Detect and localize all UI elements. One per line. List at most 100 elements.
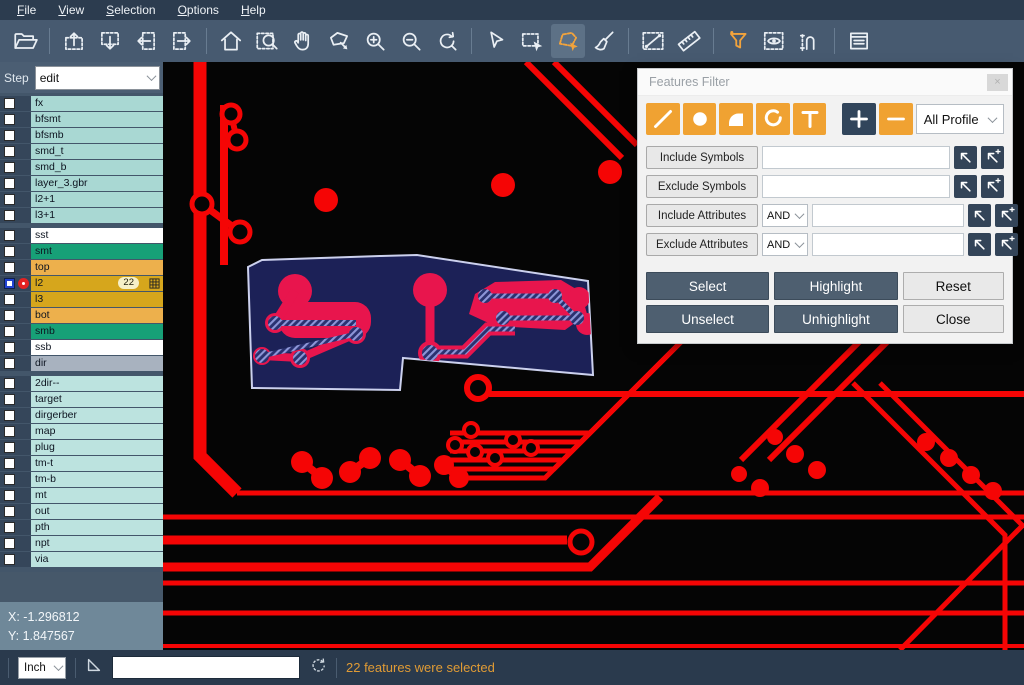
layer-name[interactable]: tm-t: [31, 456, 163, 471]
menu-item-selection[interactable]: Selection: [95, 3, 166, 17]
layer-name[interactable]: dirgerber: [31, 408, 163, 423]
layer-visibility-checkbox[interactable]: [4, 230, 15, 241]
zoom-reset-button[interactable]: [430, 24, 464, 58]
layer-visibility-checkbox[interactable]: [4, 490, 15, 501]
layer-row-pth[interactable]: pth: [0, 520, 163, 535]
grid-icon[interactable]: [149, 278, 160, 289]
layer-name[interactable]: bot: [31, 308, 163, 323]
layer-name[interactable]: target: [31, 392, 163, 407]
layer-row-top[interactable]: top: [0, 260, 163, 275]
layer-name[interactable]: npt: [31, 536, 163, 551]
layer-row-l2[interactable]: l222: [0, 276, 163, 291]
layer-row-plug[interactable]: plug: [0, 440, 163, 455]
home-button[interactable]: [214, 24, 248, 58]
snap-magnet-button[interactable]: [793, 24, 827, 58]
layer-visibility-checkbox[interactable]: [4, 114, 15, 125]
exclude-symbols-input[interactable]: [762, 175, 950, 198]
exclude-symbols-pick-add-button[interactable]: [981, 175, 1004, 198]
layer-name[interactable]: tm-b: [31, 472, 163, 487]
exclude-attributes-pick-button[interactable]: [968, 233, 991, 256]
menu-item-options[interactable]: Options: [167, 3, 230, 17]
layer-row-bfsmb[interactable]: bfsmb: [0, 128, 163, 143]
layer-visibility-checkbox[interactable]: [4, 246, 15, 257]
layer-visibility-checkbox[interactable]: [4, 506, 15, 517]
layer-name[interactable]: pth: [31, 520, 163, 535]
unselect-button[interactable]: Unselect: [646, 305, 769, 333]
highlight-button[interactable]: Highlight: [774, 272, 897, 300]
layer-row-bot[interactable]: bot: [0, 308, 163, 323]
exclude-attributes-input[interactable]: [812, 233, 964, 256]
layer-name[interactable]: smd_t: [31, 144, 163, 159]
send-down-button[interactable]: [93, 24, 127, 58]
layer-row-smb[interactable]: smb: [0, 324, 163, 339]
include-attributes-pick-add-button[interactable]: [995, 204, 1018, 227]
layer-visibility-checkbox[interactable]: [4, 394, 15, 405]
layer-visibility-checkbox[interactable]: [4, 426, 15, 437]
layer-row-mt[interactable]: mt: [0, 488, 163, 503]
layer-name[interactable]: plug: [31, 440, 163, 455]
layer-name[interactable]: via: [31, 552, 163, 567]
layer-row-target[interactable]: target: [0, 392, 163, 407]
layer-row-via[interactable]: via: [0, 552, 163, 567]
filter-line-button[interactable]: [646, 103, 680, 135]
layer-visibility-checkbox[interactable]: [4, 538, 15, 549]
layer-row-sst[interactable]: sst: [0, 228, 163, 243]
layer-row-fx[interactable]: fx: [0, 96, 163, 111]
layer-visibility-checkbox[interactable]: [4, 458, 15, 469]
layer-row-smd_b[interactable]: smd_b: [0, 160, 163, 175]
polarity-negative-button[interactable]: [879, 103, 913, 135]
refresh-icon[interactable]: [309, 656, 327, 679]
layer-name[interactable]: out: [31, 504, 163, 519]
zoom-area-button[interactable]: [250, 24, 284, 58]
layer-name[interactable]: l222: [31, 276, 163, 291]
layer-visibility-checkbox[interactable]: [4, 262, 15, 273]
send-up-button[interactable]: [57, 24, 91, 58]
units-select[interactable]: Inch: [18, 657, 66, 679]
zoom-out-button[interactable]: [394, 24, 428, 58]
layer-name[interactable]: layer_3.gbr: [31, 176, 163, 191]
layer-visibility-checkbox[interactable]: [4, 178, 15, 189]
include-attributes-pick-button[interactable]: [968, 204, 991, 227]
include-symbols-input[interactable]: [762, 146, 950, 169]
layer-row-out[interactable]: out: [0, 504, 163, 519]
layer-row-bfsmt[interactable]: bfsmt: [0, 112, 163, 127]
reset-button[interactable]: Reset: [903, 272, 1004, 300]
layer-row-map[interactable]: map: [0, 424, 163, 439]
layer-name[interactable]: top: [31, 260, 163, 275]
profile-select[interactable]: All Profile: [916, 104, 1004, 134]
layer-name[interactable]: bfsmb: [31, 128, 163, 143]
dialog-title-bar[interactable]: Features Filter ×: [638, 69, 1012, 96]
layer-row-smd_t[interactable]: smd_t: [0, 144, 163, 159]
layer-name[interactable]: l2+1: [31, 192, 163, 207]
zoom-polygon-button[interactable]: [322, 24, 356, 58]
pan-hand-button[interactable]: [286, 24, 320, 58]
command-input[interactable]: [112, 656, 300, 679]
filter-pad-button[interactable]: [683, 103, 717, 135]
include-attributes-operator-select[interactable]: AND: [762, 204, 808, 227]
layer-visibility-checkbox[interactable]: [4, 294, 15, 305]
layer-row-tm-t[interactable]: tm-t: [0, 456, 163, 471]
menu-item-file[interactable]: File: [6, 3, 47, 17]
include-attributes-button[interactable]: Include Attributes: [646, 204, 758, 227]
layer-row-layer_3.gbr[interactable]: layer_3.gbr: [0, 176, 163, 191]
layer-visibility-checkbox[interactable]: [4, 98, 15, 109]
close-button[interactable]: Close: [903, 305, 1004, 333]
open-folder-button[interactable]: [8, 24, 42, 58]
exclude-attributes-operator-select[interactable]: AND: [762, 233, 808, 256]
layer-name[interactable]: bfsmt: [31, 112, 163, 127]
menu-item-view[interactable]: View: [47, 3, 95, 17]
layer-name[interactable]: ssb: [31, 340, 163, 355]
layer-visibility-checkbox[interactable]: [4, 410, 15, 421]
exclude-attributes-pick-add-button[interactable]: [995, 233, 1018, 256]
layer-row-dir[interactable]: dir: [0, 356, 163, 371]
step-select[interactable]: edit: [35, 66, 160, 90]
layer-row-dirgerber[interactable]: dirgerber: [0, 408, 163, 423]
layer-name[interactable]: l3: [31, 292, 163, 307]
exclude-symbols-pick-button[interactable]: [954, 175, 977, 198]
measure-line-button[interactable]: [636, 24, 670, 58]
layer-row-l2+1[interactable]: l2+1: [0, 192, 163, 207]
polarity-positive-button[interactable]: [842, 103, 876, 135]
layer-visibility-checkbox[interactable]: [4, 342, 15, 353]
filter-surface-button[interactable]: [719, 103, 753, 135]
layer-visibility-checkbox[interactable]: [4, 522, 15, 533]
